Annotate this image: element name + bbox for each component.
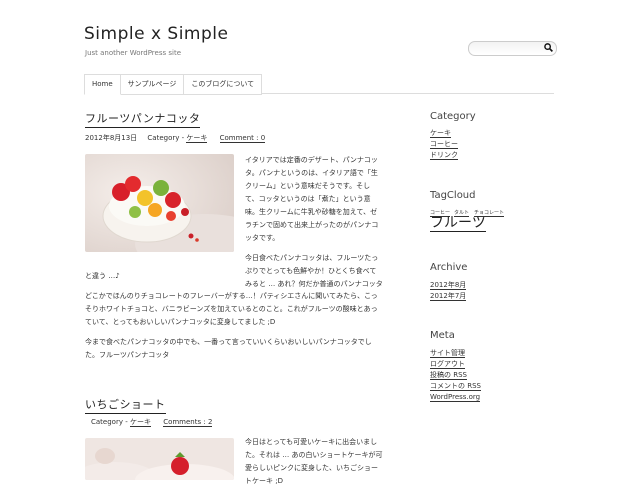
category-link[interactable]: ケーキ xyxy=(430,129,451,138)
text-line: ラチンで固めて出来上がったのがパンナコ xyxy=(245,221,379,229)
tag-link-large[interactable]: フルーツ xyxy=(430,216,486,232)
text-line: 愛らしいピンクに変身した、いちごショー xyxy=(245,464,378,472)
site-description: Just another WordPress site xyxy=(85,49,182,57)
comments-link[interactable]: Comment : 0 xyxy=(219,134,266,143)
strawberry-cake-photo[interactable] xyxy=(85,438,234,480)
text-line: て、コッタというのは「煮た」という意 xyxy=(245,195,371,203)
text-line: タ。パンナというのは、イタリア語で「生 xyxy=(245,169,378,177)
tab-about-blog[interactable]: このブログについて xyxy=(184,74,263,95)
meta-link[interactable]: コメントの RSS xyxy=(430,382,481,391)
category-link[interactable]: ケーキ xyxy=(186,134,208,143)
archive-link[interactable]: 2012年8月 xyxy=(430,281,467,290)
post-title[interactable]: フルーツパンナコッタ xyxy=(85,110,201,128)
archive-link[interactable]: 2012年7月 xyxy=(430,292,467,301)
category-heading: Category xyxy=(430,111,476,122)
text-line: ッタです。 xyxy=(245,234,280,242)
category-link[interactable]: ドリンク xyxy=(430,151,458,160)
search-icon[interactable] xyxy=(544,43,553,52)
post-body: と違う …♪ どこかでほんのりチョコレートのフレーバーがする…！パティシエさんに… xyxy=(85,270,395,362)
tagcloud-heading: TagCloud xyxy=(430,190,476,201)
search-box[interactable] xyxy=(468,41,557,56)
text-line: どこかでほんのりチョコレートのフレーバーがする…！パティシエさんに聞いてみたら、… xyxy=(85,292,378,300)
meta-heading: Meta xyxy=(430,330,455,341)
meta-link[interactable]: 投稿の RSS xyxy=(430,371,467,380)
text-line: 味。生クリームに牛乳や砂糖を加えて、ゼ xyxy=(245,208,378,216)
archive-heading: Archive xyxy=(430,262,468,273)
text-line: ていて、とってもおいしいパンナコッタに変身してました ;D xyxy=(85,318,276,326)
text-line: と違う …♪ xyxy=(85,272,120,280)
category-label: Category - xyxy=(147,134,187,142)
post-meta: 2012年8月13日 Category - ケーキ Comment : 0 xyxy=(85,133,266,143)
text-line: 今日はとっても可愛いケーキに出会いまし xyxy=(245,438,378,446)
category-link[interactable]: ケーキ xyxy=(129,418,151,427)
meta-link[interactable]: サイト管理 xyxy=(430,349,465,358)
archive-list: 2012年8月 2012年7月 xyxy=(430,280,467,302)
text-line: た。フルーツパンナコッタ xyxy=(85,351,170,359)
text-line: クリーム」という意味だそうです。そし xyxy=(245,182,371,190)
comments-link[interactable]: Comments : 2 xyxy=(163,418,213,427)
site-title[interactable]: Simple x Simple xyxy=(84,24,228,44)
search-input[interactable] xyxy=(473,42,539,54)
text-line: た。それは … あの白いショートケーキが可 xyxy=(245,451,383,459)
category-link[interactable]: コーヒー xyxy=(430,140,458,149)
category-list: ケーキ コーヒー ドリンク xyxy=(430,128,458,161)
post-date: 2012年8月13日 xyxy=(85,134,138,142)
meta-link[interactable]: WordPress.org xyxy=(430,393,481,402)
text-line: トケーキ ;D xyxy=(245,477,283,485)
text-line: そりホワイトチョコと、バニラビーンズを加えているとのこと。これがフルーツの酸味と… xyxy=(85,305,378,313)
text-line: 今まで食べたパンナコッタの中でも、一番って言っていいくらいおいしいパンナコッタで… xyxy=(85,338,372,346)
meta-link[interactable]: ログアウト xyxy=(430,360,465,369)
text-line: イタリアでは定番のデザート、パンナコッ xyxy=(245,156,378,164)
text-line: 今日食べたパンナコッタは、フルーツたっ xyxy=(245,254,379,262)
main-nav: Home サンプルページ このブログについて xyxy=(84,74,263,95)
category-label: Category - xyxy=(91,418,130,426)
post-title[interactable]: いちごショート xyxy=(85,396,166,414)
tab-sample-page[interactable]: サンプルページ xyxy=(120,74,185,95)
post-meta: Category - ケーキ Comments : 2 xyxy=(91,417,213,427)
meta-list: サイト管理 ログアウト 投稿の RSS コメントの RSS WordPress.… xyxy=(430,348,481,403)
panna-cotta-photo[interactable] xyxy=(85,154,234,252)
post-excerpt-side: 今日はとっても可愛いケーキに出会いまし た。それは … あの白いショートケーキが… xyxy=(245,436,395,488)
tab-home[interactable]: Home xyxy=(84,74,121,95)
